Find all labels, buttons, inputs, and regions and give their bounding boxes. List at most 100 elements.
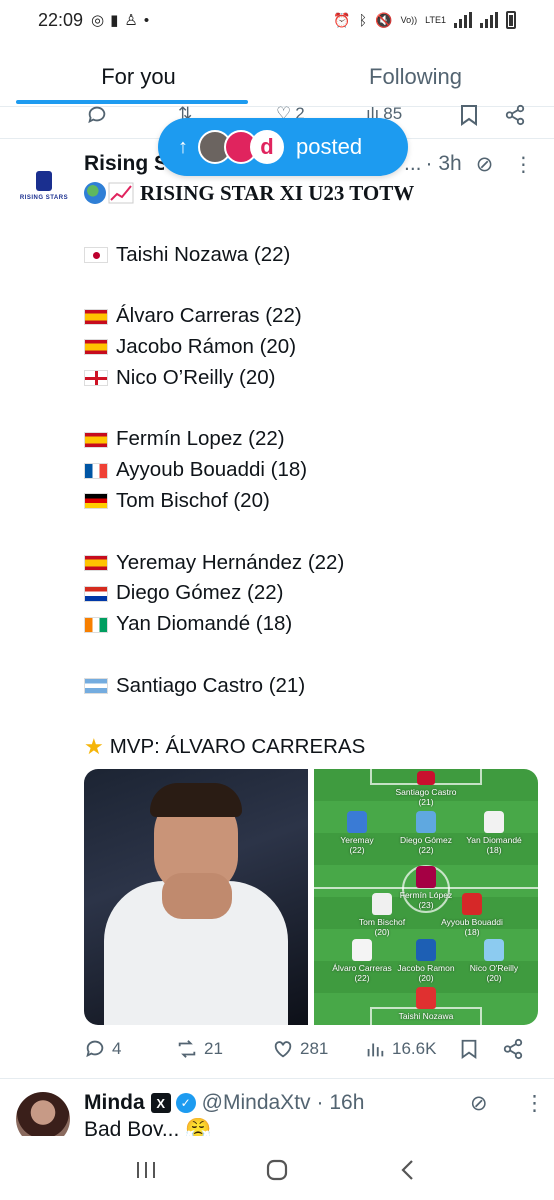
- france-flag-icon: [84, 462, 108, 479]
- reply-button[interactable]: 4: [84, 1038, 121, 1060]
- arrow-up-icon: ↑: [178, 135, 188, 158]
- player-line: Diego Gómez (22): [84, 578, 534, 609]
- reply-icon: [86, 1040, 104, 1058]
- more-icon[interactable]: ⋮: [513, 152, 533, 177]
- pill-label: posted: [296, 134, 363, 159]
- teams-icon: ▮: [110, 12, 119, 29]
- ivory-coast-flag-icon: [84, 616, 108, 633]
- post-text: Bad Boy... 😤: [84, 1118, 212, 1136]
- star-icon: ★: [84, 734, 104, 760]
- views-button[interactable]: 16.6K: [364, 1038, 436, 1060]
- grok-icon[interactable]: ⊘: [470, 1091, 488, 1116]
- bookmark-icon[interactable]: [460, 104, 478, 126]
- player-photo[interactable]: [84, 769, 308, 1025]
- jersey-icon: [416, 987, 436, 1009]
- mute-icon: 🔇: [375, 11, 393, 28]
- post-header: Minda X ✓ @MindaXtv · 16h ⊘ ⋮: [84, 1090, 545, 1116]
- views-icon: [367, 1043, 384, 1057]
- spain-flag-icon: [84, 431, 108, 448]
- player-line: Jacobo Rámon (20): [84, 332, 534, 363]
- player-line: Álvaro Carreras (22): [84, 301, 534, 332]
- player-line: Fermín Lopez (22): [84, 424, 534, 455]
- lineup-player: Nico O'Reilly (20): [454, 939, 534, 983]
- lineup-player: Santiago Castro (21): [386, 771, 466, 807]
- player-line: Nico O’Reilly (20): [84, 363, 534, 394]
- recent-apps-button[interactable]: [126, 1150, 166, 1190]
- spain-flag-icon: [84, 308, 108, 325]
- alarm-icon: ⏰: [333, 11, 351, 28]
- jersey-icon: [416, 939, 436, 961]
- rising-stars-logo-icon: [36, 171, 52, 191]
- author-name[interactable]: Minda: [84, 1091, 145, 1115]
- volte-label: Vo)): [400, 15, 418, 25]
- player-line: Ayyoub Bouaddi (18): [84, 455, 534, 486]
- status-time: 22:09: [38, 9, 84, 30]
- author-name[interactable]: Rising S: [84, 152, 164, 176]
- bookmark-icon: [461, 1039, 477, 1060]
- avatar: d: [250, 130, 284, 164]
- jersey-icon: [372, 893, 392, 915]
- globe-icon: [84, 182, 106, 205]
- post-title: RISING STAR XI U23 TOTW: [140, 181, 415, 205]
- like-button[interactable]: 281: [272, 1038, 328, 1060]
- england-flag-icon: [84, 370, 108, 387]
- japan-flag-icon: [84, 246, 108, 263]
- home-icon: [266, 1159, 288, 1181]
- chart-increasing-icon: [108, 182, 134, 204]
- argentina-flag-icon: [84, 678, 108, 695]
- player-line: Yeremay Hernández (22): [84, 548, 534, 579]
- avatar-logo-text: RISING STARS: [19, 195, 69, 201]
- tab-following[interactable]: Following: [277, 48, 554, 106]
- verified-icon: ✓: [175, 1093, 196, 1113]
- player-line: Santiago Castro (21): [84, 671, 534, 702]
- back-button[interactable]: [388, 1150, 428, 1190]
- repost-icon: [178, 1040, 196, 1058]
- jersey-icon: [462, 893, 482, 915]
- lineup-player: Ayyoub Bouaddi (18): [432, 893, 512, 937]
- whatsapp-icon: ◎: [91, 12, 105, 29]
- share-icon: [503, 1038, 523, 1060]
- back-icon: [401, 1160, 414, 1180]
- post-media: Santiago Castro (21) Yeremay (22) Diego Gó…: [84, 769, 538, 1025]
- bookmark-button[interactable]: [458, 1038, 480, 1060]
- author-handle[interactable]: @MindaXtv: [202, 1091, 311, 1115]
- jersey-icon: [352, 939, 372, 961]
- jersey-icon: [416, 866, 436, 888]
- lineup-graphic[interactable]: Santiago Castro (21) Yeremay (22) Diego Gó…: [314, 769, 538, 1025]
- post-actions: 4 21 281 16.6K: [84, 1038, 538, 1066]
- x-logo-icon: X: [150, 1093, 171, 1113]
- share-icon[interactable]: [504, 104, 526, 126]
- spain-flag-icon: [84, 339, 108, 356]
- system-nav-bar: [0, 1140, 554, 1200]
- player-line: Yan Diomandé (18): [84, 609, 534, 640]
- germany-flag-icon: [84, 493, 108, 510]
- post-time[interactable]: · 16h: [317, 1091, 365, 1115]
- tab-for-you[interactable]: For you: [0, 48, 277, 106]
- lineup-player: Tom Bischof (20): [342, 893, 422, 937]
- spain-flag-icon: [84, 554, 108, 571]
- new-posts-pill[interactable]: ↑ d posted: [158, 118, 408, 176]
- paraguay-flag-icon: [84, 585, 108, 602]
- repost-button[interactable]: 21: [176, 1038, 223, 1060]
- more-icon[interactable]: ⋮: [524, 1091, 545, 1116]
- player-line: Taishi Nozawa (22): [84, 240, 534, 271]
- grok-icon[interactable]: ⊘: [476, 152, 494, 177]
- reply-icon[interactable]: [86, 104, 108, 126]
- signal-icon: [454, 12, 472, 28]
- network-label: LTE1: [425, 15, 446, 25]
- feed-tabs: For you Following: [0, 48, 554, 106]
- mvp-line: ★ MVP: ÁLVARO CARRERAS: [84, 732, 534, 763]
- lineup-player: Yeremay (22): [317, 811, 397, 855]
- post-time[interactable]: · 3h: [426, 152, 462, 176]
- jersey-icon: [484, 811, 504, 833]
- heart-icon: [274, 1041, 292, 1058]
- share-button[interactable]: [502, 1038, 524, 1060]
- home-button[interactable]: [257, 1150, 297, 1190]
- bluetooth-icon: ᛒ: [358, 12, 368, 28]
- lineup-player: Taishi Nozawa: [386, 987, 466, 1021]
- status-bar: 22:09 ◎ ▮ ♙ • ⏰ ᛒ 🔇 Vo)) LTE1: [0, 0, 554, 40]
- jersey-icon: [417, 771, 435, 785]
- author-avatar[interactable]: RISING STARS: [18, 160, 70, 212]
- jersey-icon: [347, 811, 367, 833]
- battery-icon: [506, 11, 516, 29]
